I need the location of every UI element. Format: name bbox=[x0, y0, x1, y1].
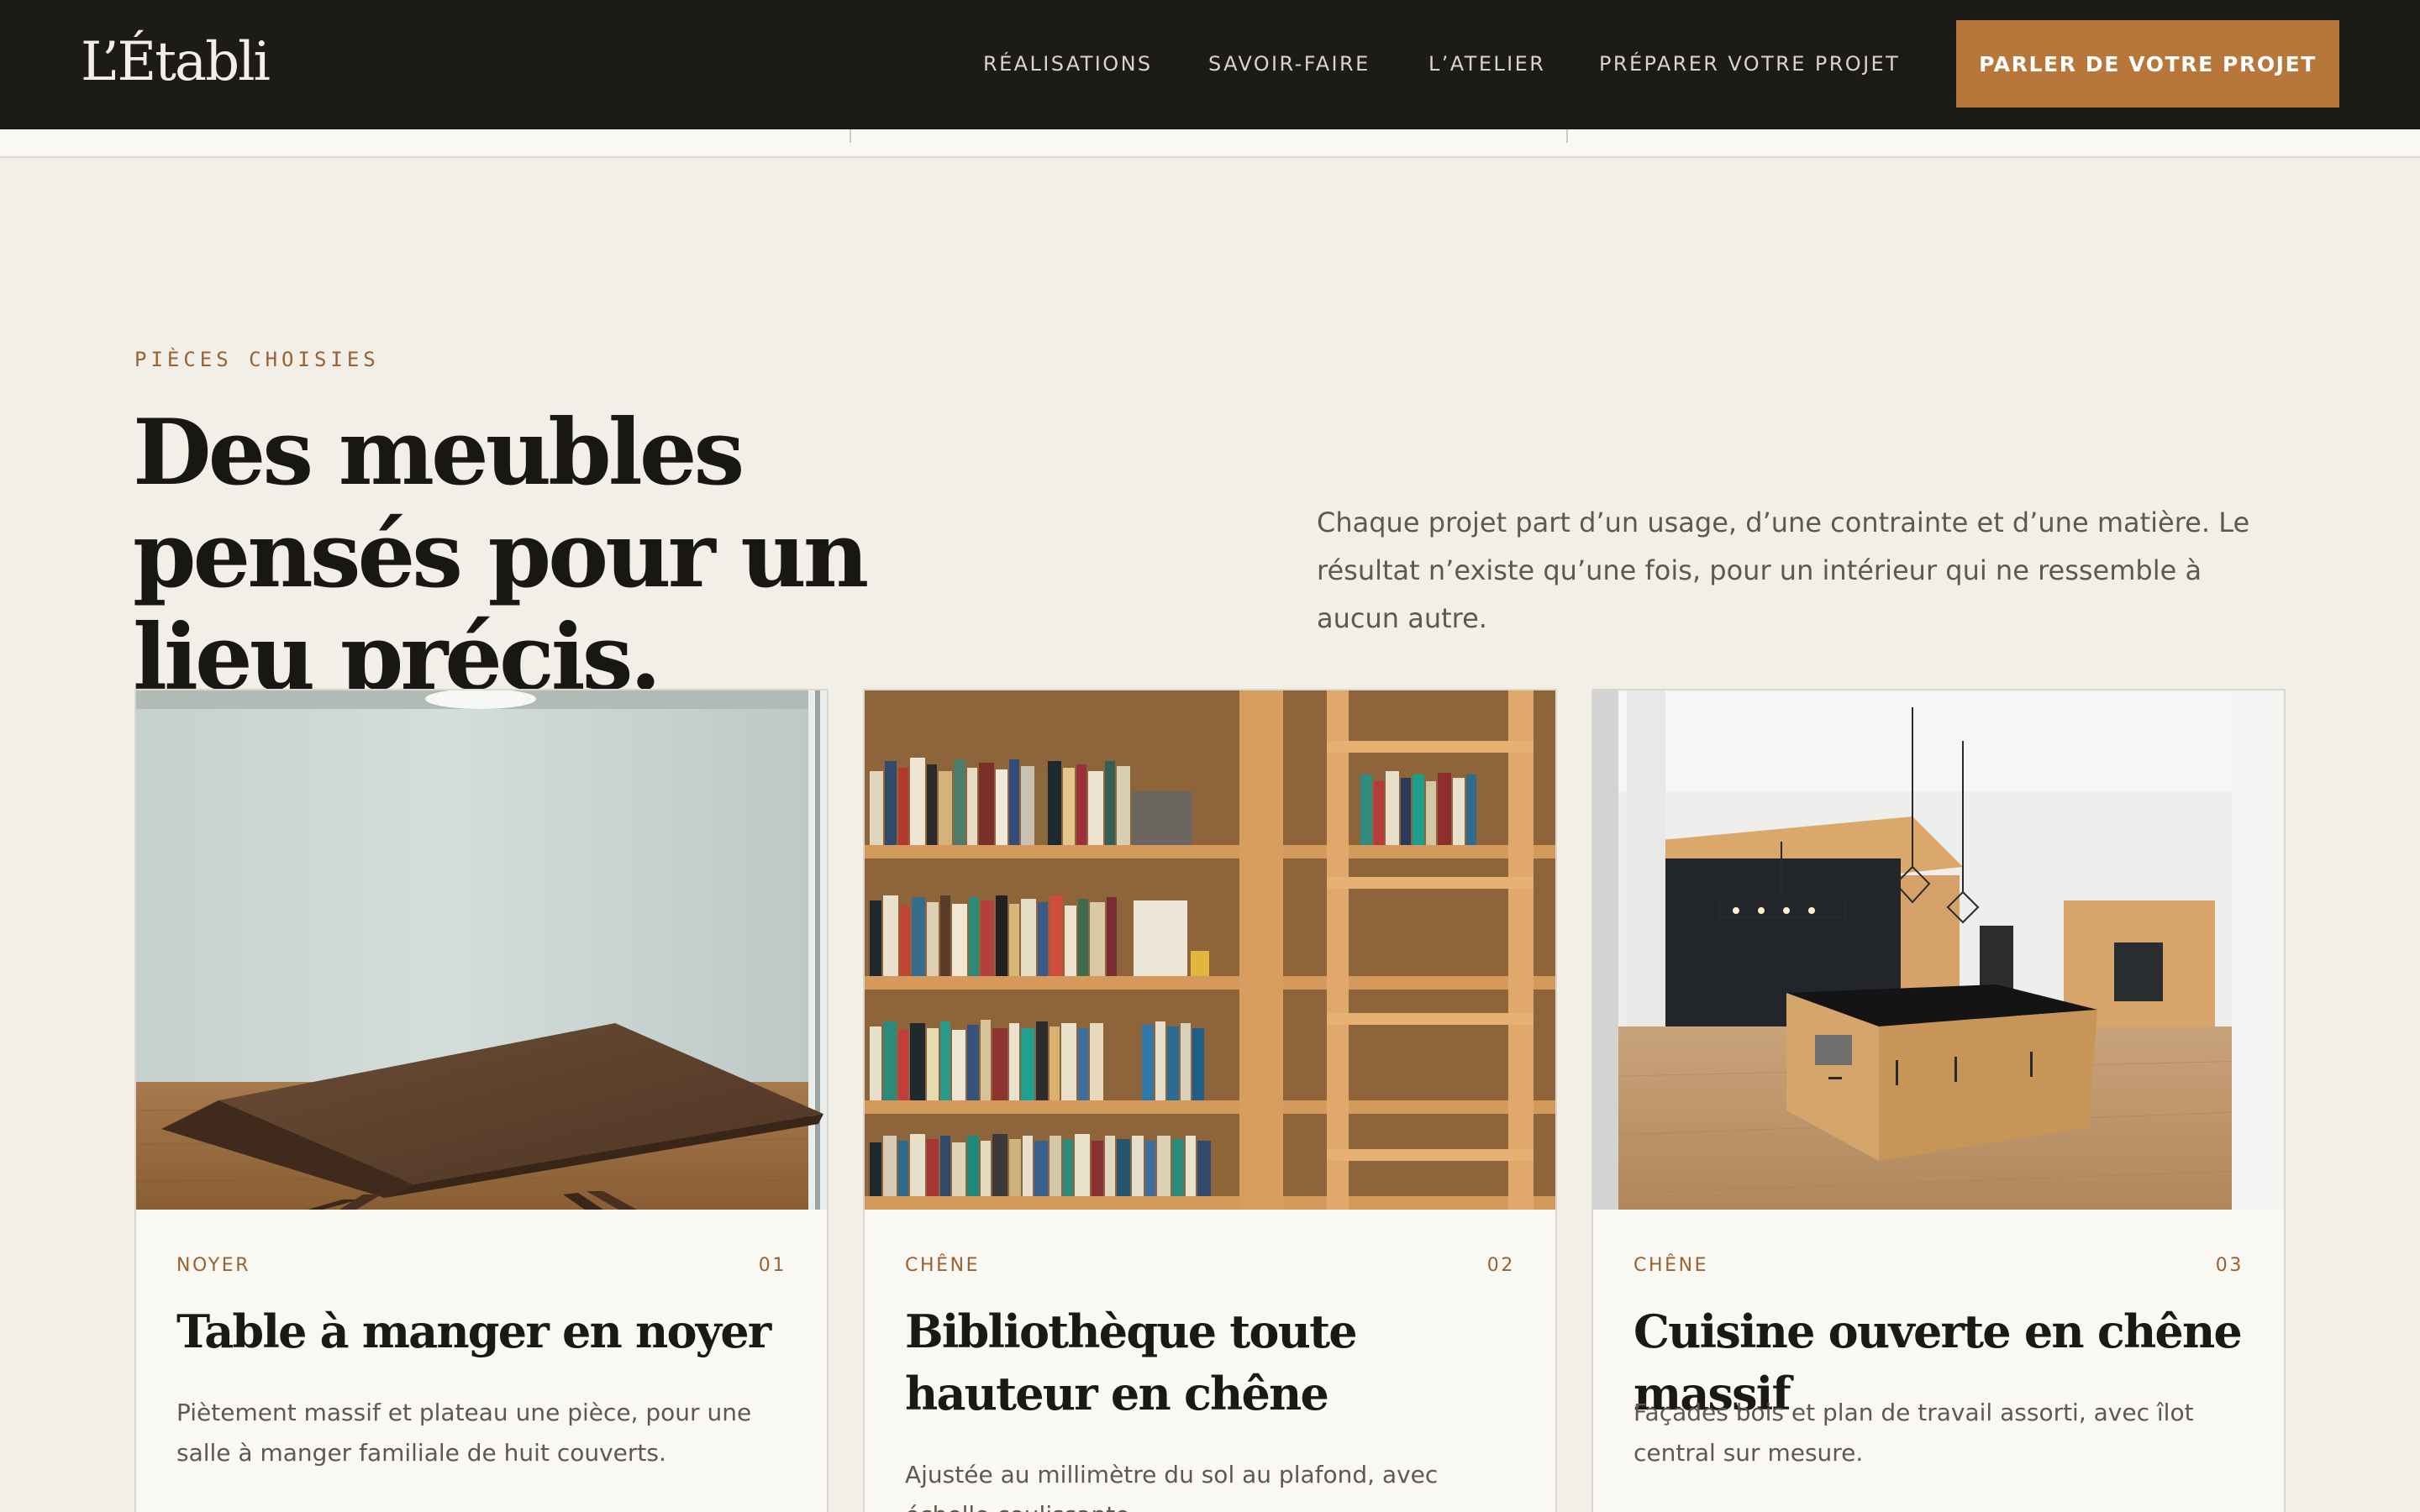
card-material: CHÊNE bbox=[1634, 1255, 1709, 1276]
card-title: Bibliothèque toute hauteur en chêne bbox=[905, 1305, 1358, 1420]
nav-link-savoir-faire[interactable]: SAVOIR-FAIRE bbox=[1208, 45, 1370, 82]
project-card-kitchen[interactable]: CHÊNE 03 Cuisine ouverte en chêne massif… bbox=[1591, 689, 2286, 1512]
contact-cta-button[interactable]: PARLER DE VOTRE PROJET bbox=[1956, 20, 2339, 108]
oak-bookcase-photo bbox=[865, 690, 1555, 1210]
card-meta: CHÊNE 03 bbox=[1634, 1255, 2244, 1276]
walnut-table-photo bbox=[136, 690, 827, 1210]
card-description: Façades bois et plan de travail assorti,… bbox=[1634, 1399, 2194, 1467]
card-meta: NOYER 01 bbox=[176, 1255, 786, 1276]
card-material: CHÊNE bbox=[905, 1255, 981, 1276]
project-card-bookcase[interactable]: CHÊNE 02 Bibliothèque toute hauteur en c… bbox=[863, 689, 1557, 1512]
card-material: NOYER bbox=[176, 1255, 251, 1276]
project-card-table[interactable]: NOYER 01 Table à manger en noyer Pièteme… bbox=[134, 689, 829, 1512]
card-meta: CHÊNE 02 bbox=[905, 1255, 1515, 1276]
card-number: 03 bbox=[2215, 1255, 2244, 1276]
site-logo[interactable]: L’Établi bbox=[81, 29, 271, 96]
strip-divider bbox=[850, 129, 851, 143]
site-header: L’Établi RÉALISATIONS SAVOIR-FAIRE L’ATE… bbox=[0, 0, 2420, 129]
oak-kitchen-photo bbox=[1593, 690, 2284, 1210]
strip-divider bbox=[1566, 129, 1568, 143]
section-eyebrow: PIÈCES CHOISIES bbox=[134, 348, 380, 371]
nav-link-realisations[interactable]: RÉALISATIONS bbox=[983, 45, 1153, 82]
card-number: 02 bbox=[1486, 1255, 1515, 1276]
nav-link-preparer-projet[interactable]: PRÉPARER VOTRE PROJET bbox=[1599, 45, 1900, 82]
card-description: Ajustée au millimètre du sol au plafond,… bbox=[905, 1461, 1439, 1512]
card-description: Piètement massif et plateau une pièce, p… bbox=[176, 1399, 752, 1467]
nav-link-atelier[interactable]: L’ATELIER bbox=[1428, 45, 1545, 82]
section-headline: Des meubles pensés pour un lieu précis. bbox=[133, 400, 869, 711]
card-number: 01 bbox=[758, 1255, 786, 1276]
card-title: Table à manger en noyer bbox=[176, 1305, 771, 1358]
section-lede: Chaque projet part d’un usage, d’une con… bbox=[1317, 507, 2250, 634]
section-tab-strip bbox=[0, 129, 2420, 158]
